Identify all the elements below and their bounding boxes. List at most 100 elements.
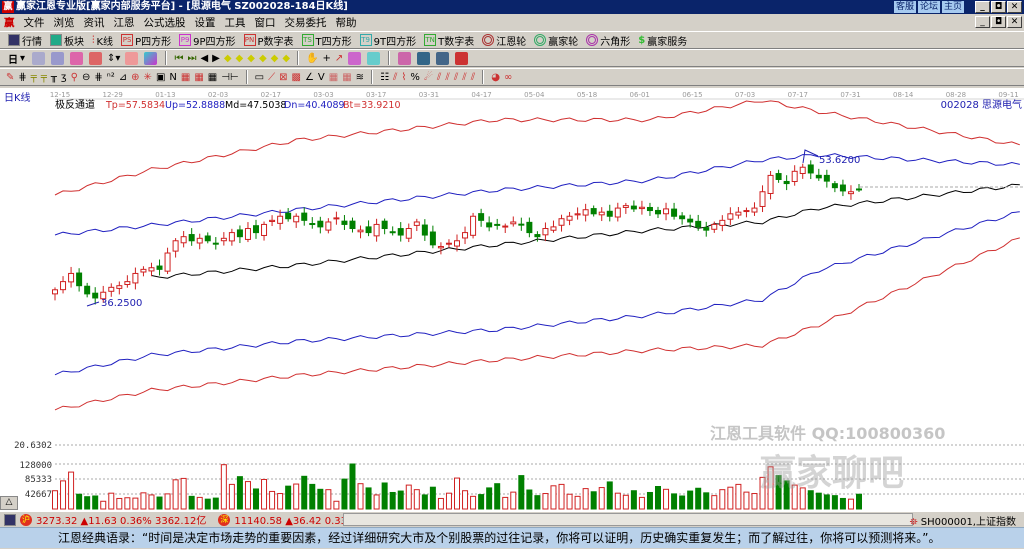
tool-n-icon[interactable]: ⫽	[471, 72, 475, 83]
target-icon[interactable]: ⊕	[131, 72, 139, 83]
notes-icon[interactable]	[51, 51, 65, 65]
n2-icon[interactable]: ⁿ²	[107, 72, 115, 83]
tool-m-icon[interactable]: ⫽	[462, 72, 466, 83]
tool-c-icon[interactable]: ▦	[181, 72, 190, 83]
quotes-button[interactable]: 行情	[6, 33, 44, 48]
chart-icon[interactable]	[70, 51, 84, 65]
period-select[interactable]: 日 ▾	[6, 51, 27, 66]
p-number-button[interactable]: PN P数字表	[242, 33, 296, 48]
report-icon[interactable]	[436, 51, 450, 65]
zoom5-icon[interactable]: ◆	[271, 53, 279, 64]
collapse-button[interactable]: △	[0, 496, 18, 510]
line-icon[interactable]: ↗	[335, 53, 343, 64]
channel-icon[interactable]: ≋	[356, 72, 364, 83]
zoom3-icon[interactable]: ◆	[247, 53, 255, 64]
app-menu-icon[interactable]: 赢	[4, 15, 15, 30]
grid-icon[interactable]: ⋕	[18, 72, 26, 83]
gann-wheel-button[interactable]: 江恩轮	[480, 33, 528, 48]
reset-icon[interactable]	[125, 51, 139, 65]
tool-e-icon[interactable]: ▦	[208, 72, 217, 83]
menu-news[interactable]: 资讯	[84, 15, 105, 30]
calendar-icon[interactable]	[398, 51, 412, 65]
last-icon[interactable]: ⏭	[187, 53, 196, 64]
hand-icon[interactable]: ✋	[306, 53, 318, 64]
winner-wheel-button[interactable]: 赢家轮	[532, 33, 580, 48]
save-icon[interactable]	[455, 51, 469, 65]
n-icon[interactable]: N	[169, 72, 176, 83]
link-forum[interactable]: 论坛	[917, 1, 940, 13]
infinity-icon[interactable]: ∞	[504, 72, 512, 83]
tool-a-icon[interactable]	[348, 51, 362, 65]
menu-gann[interactable]: 江恩	[114, 15, 135, 30]
zoom2-icon[interactable]: ◆	[236, 53, 244, 64]
gann-box-icon[interactable]: ⊠	[279, 72, 287, 83]
rect-icon[interactable]: ▭	[255, 72, 264, 83]
cursor-icon[interactable]: ⇕▾	[107, 53, 120, 64]
restore-button[interactable]: ◘	[991, 1, 1006, 13]
color-icon[interactable]	[144, 51, 158, 65]
fib2-icon[interactable]: ╤	[41, 72, 47, 83]
tool-g-icon[interactable]: ⫽	[393, 72, 397, 83]
kline-chart[interactable]: 日K线 极反通道 Tp=57.5834 Up=52.8888 Md=47.503…	[0, 88, 1024, 512]
t-number-button[interactable]: TN T数字表	[422, 33, 476, 48]
tool-i-icon[interactable]: ☄	[424, 72, 433, 83]
tool-b-icon[interactable]	[367, 51, 381, 65]
9p-square-button[interactable]: P9 9P四方形	[177, 33, 237, 48]
chart2-icon[interactable]	[89, 51, 103, 65]
angle2-icon[interactable]: ∠	[305, 72, 314, 83]
circle-icon[interactable]: ⊖	[82, 72, 90, 83]
wave-icon[interactable]: ⚲	[71, 72, 78, 83]
fib-icon[interactable]: ╤	[31, 72, 37, 83]
right-icon[interactable]: ▶	[212, 53, 220, 64]
menu-formula[interactable]: 公式选股	[144, 15, 186, 30]
minimize-button[interactable]: _	[975, 1, 990, 13]
tool-h-icon[interactable]: ⌇	[402, 72, 407, 83]
child-restore-button[interactable]: ◘	[991, 16, 1006, 28]
overlay-icon[interactable]	[32, 51, 46, 65]
tool-l-icon[interactable]: ⫽	[454, 72, 458, 83]
lines-icon[interactable]: ⋕	[94, 72, 102, 83]
calculator-icon[interactable]	[4, 513, 16, 526]
hexagon-button[interactable]: 六角形	[584, 33, 632, 48]
child-minimize-button[interactable]: _	[975, 16, 990, 28]
v-icon[interactable]: V	[318, 72, 325, 83]
fan-icon[interactable]: ╥	[51, 72, 57, 83]
menu-browse[interactable]: 浏览	[54, 15, 75, 30]
table-icon[interactable]: ☷	[380, 72, 389, 83]
menu-window[interactable]: 窗口	[255, 15, 276, 30]
menu-settings[interactable]: 设置	[195, 15, 216, 30]
first-icon[interactable]: ⏮	[174, 53, 183, 64]
star-icon[interactable]: ✳	[144, 72, 152, 83]
angle-icon[interactable]: ⊿	[119, 72, 127, 83]
child-close-button[interactable]: ✕	[1007, 16, 1022, 28]
zoom4-icon[interactable]: ◆	[259, 53, 267, 64]
menu-trade[interactable]: 交易委托	[285, 15, 327, 30]
tool-j-icon[interactable]: ⫽	[437, 72, 441, 83]
gann-grid-icon[interactable]: ▩	[292, 72, 301, 83]
percent-icon[interactable]: %	[410, 72, 420, 83]
grid2-icon[interactable]: ▦	[329, 72, 338, 83]
arc-icon[interactable]: ʒ	[61, 72, 67, 83]
kline-button[interactable]: ⫶ K线	[90, 33, 115, 48]
close-button[interactable]: ✕	[1007, 1, 1022, 13]
pie-icon[interactable]: ◕	[491, 72, 500, 83]
zoom6-icon[interactable]: ◆	[282, 53, 290, 64]
menu-help[interactable]: 帮助	[336, 15, 357, 30]
menu-tools[interactable]: 工具	[225, 15, 246, 30]
winner-service-button[interactable]: $ 赢家服务	[636, 33, 689, 48]
horizontal-scrollbar[interactable]	[343, 513, 913, 526]
9t-square-button[interactable]: T9 9T四方形	[358, 33, 418, 48]
box-icon[interactable]: ▣	[156, 72, 165, 83]
calculator-icon[interactable]	[417, 51, 431, 65]
tool-d-icon[interactable]: ▦	[194, 72, 203, 83]
tool-f-icon[interactable]: ⊣⊢	[221, 72, 238, 83]
p-square-button[interactable]: PS P四方形	[119, 33, 173, 48]
pen-icon[interactable]: ✎	[6, 72, 14, 83]
gann-fan-icon[interactable]: ⟋	[268, 72, 275, 83]
current-index[interactable]: ⛯ SH000001,上证指数	[910, 513, 1016, 528]
link-service[interactable]: 客服	[893, 1, 916, 13]
grid3-icon[interactable]: ▦	[342, 72, 351, 83]
link-home[interactable]: 主页	[941, 1, 964, 13]
left-icon[interactable]: ◀	[200, 53, 208, 64]
sectors-button[interactable]: 板块	[48, 33, 86, 48]
